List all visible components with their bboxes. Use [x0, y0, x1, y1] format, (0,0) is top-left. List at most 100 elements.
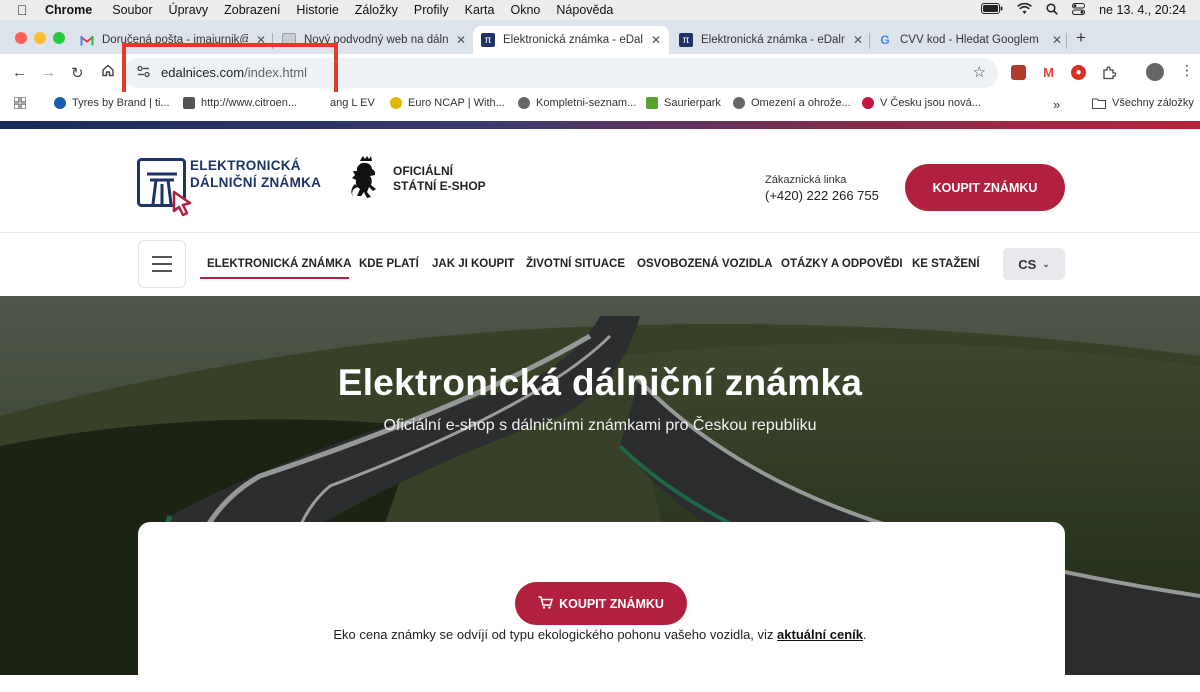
control-center-icon[interactable] [1072, 2, 1086, 18]
bookmark-favicon-icon [646, 97, 658, 109]
nav-ke-stazeni[interactable]: KE STAŽENÍ [912, 258, 980, 270]
edalnice-icon: π [679, 33, 693, 47]
menu-soubor[interactable]: Soubor [112, 0, 152, 20]
active-nav-underline [200, 277, 349, 279]
tab-google-search[interactable]: G CVV kod - Hledat Googlem ✕ [878, 26, 1064, 54]
bookmark-item[interactable]: V Česku jsou nová... [862, 97, 981, 109]
bookmark-label: ang L EV [330, 97, 375, 109]
nav-kde-plati[interactable]: KDE PLATÍ [359, 258, 419, 270]
eko-end: . [863, 627, 867, 642]
language-select[interactable]: CS ⌄ [1003, 248, 1065, 280]
globe-icon [733, 97, 745, 109]
bookmark-item[interactable]: Saurierpark [646, 97, 721, 109]
menu-napoveda[interactable]: Nápověda [556, 0, 613, 20]
reload-icon[interactable]: ↻ [71, 64, 84, 82]
logo-line2: DÁLNIČNÍ ZNÁMKA [190, 175, 322, 190]
bookmarks-bar: Tyres by Brand | ti... http://www.citroe… [0, 92, 1200, 116]
close-window-button[interactable] [15, 32, 27, 44]
buy-label: KOUPIT ZNÁMKU [559, 596, 664, 611]
home-icon[interactable] [101, 63, 115, 81]
nav-elektronicka-znamka[interactable]: ELEKTRONICKÁ ZNÁMKA [207, 258, 351, 270]
bookmark-item[interactable]: Kompletni-seznam... [518, 97, 636, 109]
google-icon: G [880, 33, 890, 47]
bookmark-label: Tyres by Brand | ti... [72, 97, 170, 109]
bookmark-favicon-icon [183, 97, 195, 109]
profile-avatar[interactable] [1146, 63, 1164, 81]
logo-line1: ELEKTRONICKÁ [190, 158, 301, 173]
close-tab-icon[interactable]: ✕ [851, 33, 865, 47]
price-list-link[interactable]: aktuální ceník [777, 627, 863, 642]
hero-subtitle: Oficiální e-shop s dálničními známkami p… [383, 417, 817, 434]
more-bookmarks-icon[interactable]: » [1053, 97, 1060, 112]
site-logo-text[interactable]: ELEKTRONICKÁ DÁLNIČNÍ ZNÁMKA [190, 157, 321, 191]
adblock-extension-icon[interactable]: ● [1071, 65, 1086, 80]
brand-gradient-line [0, 121, 1200, 129]
menu-upravy[interactable]: Úpravy [169, 0, 209, 20]
menu-app-name[interactable]: Chrome [45, 0, 92, 20]
apps-grid-icon[interactable] [14, 97, 26, 109]
tab-title: Elektronická známka - eDalni [701, 34, 845, 46]
czech-lion-icon [349, 156, 383, 200]
gmail-extension-icon[interactable]: M [1041, 65, 1056, 80]
bookmark-favicon-icon [390, 97, 402, 109]
battery-icon[interactable] [981, 3, 1003, 17]
eshop-line2: STÁTNÍ E-SHOP [393, 179, 486, 193]
forward-icon[interactable]: → [41, 64, 56, 81]
official-eshop-label: OFICIÁLNÍ STÁTNÍ E-SHOP [393, 164, 486, 194]
eko-text: Eko cena známky se odvíjí od typu ekolog… [333, 627, 778, 642]
buy-vignette-main-button[interactable]: KOUPIT ZNÁMKU [515, 582, 687, 625]
buy-vignette-header-button[interactable]: KOUPIT ZNÁMKU [905, 164, 1065, 211]
search-icon[interactable] [1046, 2, 1058, 18]
bookmark-label: Všechny záložky [1112, 97, 1194, 109]
close-tab-icon[interactable]: ✕ [454, 33, 468, 47]
apple-icon[interactable]:  [17, 0, 31, 20]
nav-otazky-a-odpovedi[interactable]: OTÁZKY A ODPOVĚDI [781, 258, 903, 270]
edalnice-icon: π [481, 33, 495, 47]
bookmark-favicon-icon [862, 97, 874, 109]
chrome-menu-icon[interactable]: ⋮ [1180, 62, 1194, 79]
tab-title: Elektronická známka - eDalni [503, 34, 643, 46]
new-tab-icon[interactable]: + [1076, 28, 1086, 48]
bookmark-item[interactable]: Tyres by Brand | ti... [54, 97, 170, 109]
bookmark-item[interactable]: http://www.citroen... [183, 97, 297, 109]
nav-jak-ji-koupit[interactable]: JAK JI KOUPIT [432, 258, 514, 270]
cart-icon [538, 595, 554, 612]
edalnice-logo-icon[interactable] [137, 158, 192, 217]
zoom-window-button[interactable] [53, 32, 65, 44]
hotline-number[interactable]: (+420) 222 266 755 [765, 188, 879, 203]
menu-historie[interactable]: Historie [296, 0, 338, 20]
globe-icon [518, 97, 530, 109]
bookmark-item[interactable]: ang L EV [330, 97, 375, 109]
all-bookmarks-folder[interactable]: Všechny záložky [1092, 97, 1194, 109]
hotline-label: Zákaznická linka [765, 174, 847, 186]
bookmark-label: Euro NCAP | With... [408, 97, 505, 109]
wifi-icon[interactable] [1017, 2, 1033, 18]
menu-zalozky[interactable]: Záložky [355, 0, 398, 20]
bookmark-star-icon[interactable]: ☆ [973, 63, 986, 81]
hamburger-menu-icon[interactable] [138, 240, 186, 288]
menu-zobrazeni[interactable]: Zobrazení [224, 0, 280, 20]
menubar-clock[interactable]: ne 13. 4., 20:24 [1099, 3, 1186, 17]
tab-edalnice-active[interactable]: π Elektronická známka - eDalni ✕ [473, 26, 669, 54]
bookmark-item[interactable]: Euro NCAP | With... [390, 97, 505, 109]
eko-price-note: Eko cena známky se odvíjí od typu ekolog… [0, 627, 1200, 642]
macos-menubar:  Chrome Soubor Úpravy Zobrazení Histori… [0, 0, 1200, 20]
chevron-down-icon: ⌄ [1042, 258, 1050, 269]
nav-osvobozena-vozidla[interactable]: OSVOBOZENÁ VOZIDLA [637, 258, 772, 270]
close-tab-icon[interactable]: ✕ [1050, 33, 1064, 47]
back-icon[interactable]: ← [12, 64, 27, 81]
folder-icon [1092, 98, 1106, 109]
bookmark-item[interactable]: Omezení a ohrože... [733, 97, 851, 109]
tab-separator [869, 33, 870, 49]
bookmark-label: Kompletni-seznam... [536, 97, 637, 109]
menu-okno[interactable]: Okno [511, 0, 541, 20]
tab-separator [1066, 33, 1067, 49]
extension-icon[interactable] [1011, 65, 1026, 80]
tab-edalnice-2[interactable]: π Elektronická známka - eDalni ✕ [679, 26, 865, 54]
close-tab-icon[interactable]: ✕ [649, 33, 663, 47]
minimize-window-button[interactable] [34, 32, 46, 44]
menu-karta[interactable]: Karta [465, 0, 495, 20]
menu-profily[interactable]: Profily [414, 0, 449, 20]
extensions-puzzle-icon[interactable] [1101, 65, 1116, 80]
nav-zivotni-situace[interactable]: ŽIVOTNÍ SITUACE [526, 258, 625, 270]
